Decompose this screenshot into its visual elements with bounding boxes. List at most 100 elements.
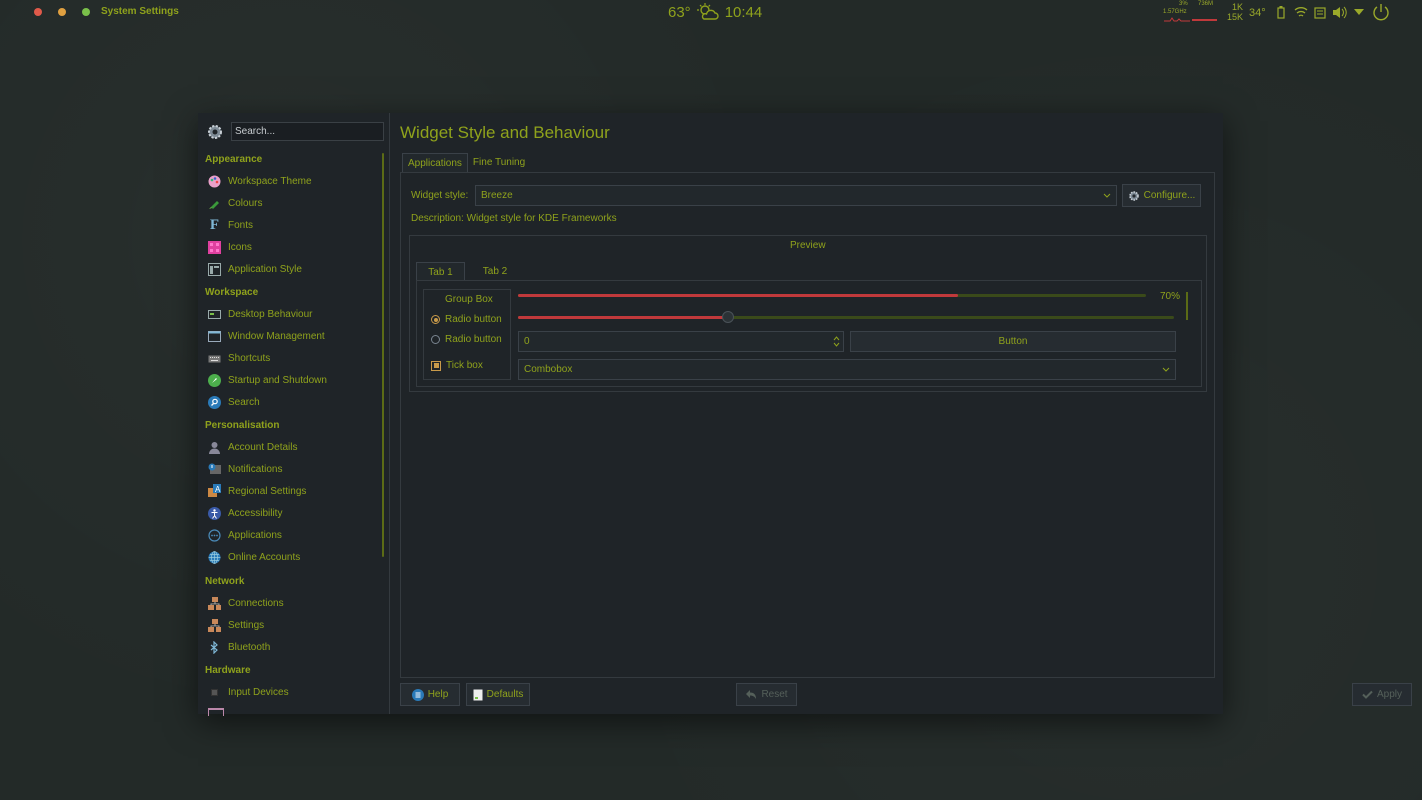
sidebar-item-notifications[interactable]: Notifications [208, 460, 282, 478]
wifi-icon[interactable] [1294, 6, 1308, 18]
undo-icon [746, 690, 757, 699]
app-style-icon [208, 262, 221, 276]
reset-button[interactable]: Reset [736, 683, 797, 706]
sidebar-item-application-style[interactable]: Application Style [208, 260, 302, 278]
search-input[interactable] [231, 122, 384, 141]
sidebar-item-label: Search [228, 396, 260, 408]
help-button[interactable]: Help [400, 683, 460, 706]
clock-time: 10:44 [724, 3, 763, 21]
slider-handle[interactable] [721, 311, 734, 323]
tab-fine-tuning[interactable]: Fine Tuning [468, 153, 530, 172]
radio-checked-indicator [431, 315, 440, 324]
sidebar-item-colours[interactable]: Colours [208, 194, 262, 212]
desktop-icon [208, 308, 221, 321]
sidebar-item-applications[interactable]: Applications [208, 526, 282, 544]
network-settings-icon [208, 618, 221, 632]
minimize-window-button[interactable] [58, 8, 66, 16]
preview-title: Preview [790, 240, 826, 251]
preview-tab-1[interactable]: Tab 1 [416, 262, 465, 281]
svg-text:A: A [215, 485, 221, 494]
tray-expand-arrow-icon[interactable] [1354, 9, 1364, 16]
preview-combobox[interactable]: Combobox [518, 359, 1176, 380]
display-icon [208, 708, 224, 716]
defaults-button[interactable]: Defaults [466, 683, 530, 706]
sidebar-item-label: Fonts [228, 219, 254, 231]
spin-arrows-icon[interactable] [833, 335, 840, 348]
memory-graph-icon [1192, 19, 1217, 21]
widget-style-combobox[interactable]: Breeze [475, 185, 1117, 206]
sidebar-item-workspace-theme[interactable]: Workspace Theme [208, 172, 312, 190]
sidebar-item-desktop-behaviour[interactable]: Desktop Behaviour [208, 305, 313, 323]
search-icon [208, 395, 221, 409]
sidebar-item-shortcuts[interactable]: Shortcuts [208, 349, 270, 367]
radio-button-2[interactable]: Radio button [431, 334, 502, 345]
sidebar-item-icons[interactable]: Icons [208, 238, 252, 256]
preview-scrollbar[interactable] [1186, 292, 1188, 320]
page-title: Widget Style and Behaviour [400, 123, 610, 142]
widget-style-label: Widget style: [411, 190, 469, 201]
chevron-down-icon [1162, 367, 1170, 372]
sidebar-item-network-settings[interactable]: Settings [208, 616, 264, 634]
maximize-window-button[interactable] [82, 8, 90, 16]
preview-tab-content: Group Box Radio button Radio button Tick… [416, 280, 1202, 387]
apply-button[interactable]: Apply [1352, 683, 1412, 706]
radio-button-1[interactable]: Radio button [431, 314, 502, 325]
temperature-readout: 63° [668, 3, 691, 21]
combobox-value: Combobox [524, 364, 573, 375]
preview-button[interactable]: Button [850, 331, 1176, 352]
sidebar-item-label: Connections [228, 597, 284, 609]
spinbox[interactable]: 0 [518, 331, 844, 352]
power-icon[interactable] [1371, 2, 1391, 22]
sidebar-item-regional-settings[interactable]: A Regional Settings [208, 482, 306, 500]
accessibility-icon [208, 506, 221, 520]
group-box-title: Group Box [445, 294, 493, 305]
preview-frame: Preview Tab 1 Tab 2 Group Box Radio butt… [409, 235, 1207, 392]
font-icon: F [209, 216, 220, 233]
active-app-name: System Settings [101, 6, 179, 17]
sidebar-item-online-accounts[interactable]: Online Accounts [208, 548, 300, 566]
top-panel: System Settings 63° 10:44 3% 1.57GHz 736… [0, 0, 1422, 24]
sidebar-item-input-devices[interactable]: Input Devices [208, 683, 289, 701]
sidebar-item-label: Startup and Shutdown [228, 374, 327, 386]
sidebar-item-label: Settings [228, 619, 265, 631]
clock-widget[interactable]: 63° 10:44 [668, 3, 762, 21]
sidebar-item-search[interactable]: Search [208, 393, 260, 411]
close-window-button[interactable] [34, 8, 42, 16]
sidebar-item-label: Icons [228, 241, 252, 253]
preview-tab-2[interactable]: Tab 2 [465, 262, 525, 280]
notification-icon [208, 463, 221, 476]
checkbox-indicator [431, 360, 441, 371]
tab-applications[interactable]: Applications [402, 153, 468, 173]
sidebar: Appearance Workspace Theme Colours F Fon… [198, 113, 390, 716]
defaults-icon [473, 689, 483, 700]
sidebar-item-accessibility[interactable]: Accessibility [208, 504, 282, 522]
sidebar-item-startup-and-shutdown[interactable]: Startup and Shutdown [208, 371, 327, 389]
sidebar-item-bluetooth[interactable]: Bluetooth [208, 638, 270, 656]
sidebar-item-label: Applications [228, 529, 282, 541]
network-upload: 1K [1232, 2, 1244, 12]
sidebar-scrollbar[interactable] [382, 153, 384, 557]
sidebar-item-connections[interactable]: Connections [208, 594, 284, 612]
section-workspace: Workspace [205, 287, 259, 298]
section-appearance: Appearance [205, 154, 263, 165]
system-settings-window: Appearance Workspace Theme Colours F Fon… [198, 113, 1412, 716]
battery-icon[interactable] [1277, 6, 1285, 19]
clipboard-icon[interactable] [1314, 6, 1326, 19]
network-icon [208, 596, 221, 610]
cpu-graph-icon [1164, 17, 1190, 22]
chevron-down-icon [1103, 193, 1111, 198]
palette-icon [208, 175, 221, 188]
network-download: 15K [1227, 12, 1244, 22]
settings-gear-icon[interactable] [206, 123, 224, 141]
section-personalisation: Personalisation [205, 420, 280, 431]
configure-button[interactable]: Configure... [1122, 184, 1201, 207]
sidebar-item-label: Window Management [228, 330, 325, 342]
sidebar-item-label: Accessibility [228, 507, 283, 519]
volume-icon[interactable] [1332, 6, 1347, 19]
sidebar-item-window-management[interactable]: Window Management [208, 327, 325, 345]
widget-style-value: Breeze [481, 190, 513, 201]
sidebar-item-fonts[interactable]: F Fonts [208, 216, 253, 234]
tick-box[interactable]: Tick box [431, 360, 483, 371]
sidebar-item-account-details[interactable]: Account Details [208, 438, 297, 456]
applications-icon [208, 528, 221, 542]
